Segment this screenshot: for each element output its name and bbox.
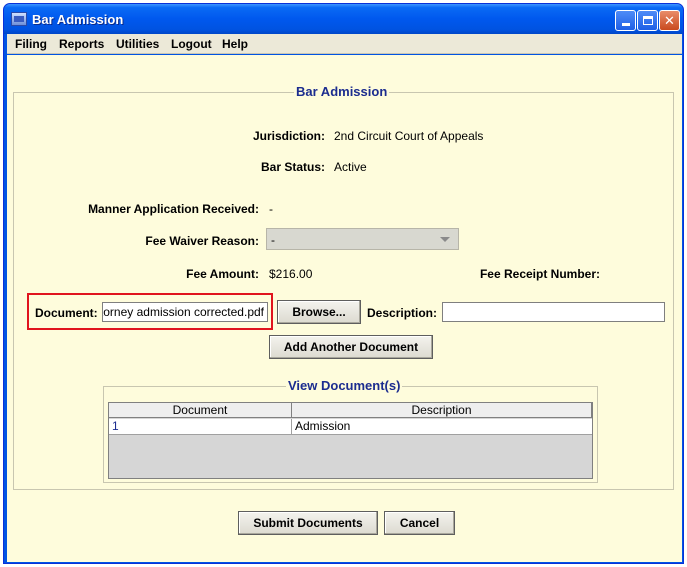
document-field[interactable]: attorney admission corrected.pdf [102, 302, 268, 322]
description-label: Description: [367, 306, 438, 320]
cancel-button[interactable]: Cancel [384, 511, 455, 535]
fee-amount-label: Fee Amount: [186, 267, 259, 281]
add-another-document-button[interactable]: Add Another Document [269, 335, 433, 359]
document-field-value: attorney admission corrected.pdf [102, 305, 264, 319]
view-documents-title: View Document(s) [286, 378, 403, 393]
bar-status-value: Active [334, 160, 367, 174]
browse-button[interactable]: Browse... [277, 300, 361, 324]
maximize-icon [642, 16, 653, 25]
table-cell-document: 1 [109, 419, 292, 435]
table-cell-description: Admission [295, 419, 351, 433]
menu-reports[interactable]: Reports [59, 37, 104, 51]
column-header-description[interactable]: Description [292, 403, 592, 418]
fee-receipt-label: Fee Receipt Number: [479, 267, 600, 281]
table-row[interactable]: 1 Admission [109, 419, 592, 435]
document-label: Document: [35, 306, 98, 320]
menu-bar: Filing Reports Utilities Logout Help [7, 34, 682, 54]
column-header-document[interactable]: Document [109, 403, 292, 418]
close-button[interactable]: ✕ [659, 10, 680, 31]
fee-waiver-selected: - [271, 233, 275, 247]
app-window: Bar Admission ✕ Filing Reports Utilities… [3, 3, 684, 564]
fee-amount-value: $216.00 [269, 267, 313, 281]
menu-utilities[interactable]: Utilities [116, 37, 159, 51]
manner-received-label: Manner Application Received: [88, 202, 259, 216]
close-icon: ✕ [664, 12, 675, 28]
documents-table[interactable]: Document Description 1 Admission [108, 402, 593, 479]
app-icon [11, 12, 27, 26]
bar-status-label: Bar Status: [260, 160, 325, 174]
chevron-down-icon [440, 237, 450, 242]
window-title: Bar Admission [32, 12, 124, 27]
description-field[interactable] [442, 302, 665, 322]
jurisdiction-label: Jurisdiction: [252, 129, 325, 143]
manner-received-value: - [269, 202, 273, 216]
maximize-button[interactable] [637, 10, 658, 31]
submit-documents-button[interactable]: Submit Documents [238, 511, 378, 535]
content-panel: Bar Admission Jurisdiction: 2nd Circuit … [7, 55, 682, 562]
title-bar[interactable]: Bar Admission ✕ [4, 4, 683, 34]
fee-waiver-label: Fee Waiver Reason: [145, 234, 259, 248]
section-title: Bar Admission [294, 84, 390, 99]
minimize-button[interactable] [615, 10, 636, 31]
menu-filing[interactable]: Filing [15, 37, 47, 51]
minimize-icon [621, 23, 630, 26]
jurisdiction-value: 2nd Circuit Court of Appeals [334, 129, 484, 143]
menu-logout[interactable]: Logout [171, 37, 212, 51]
fee-waiver-select[interactable]: - [266, 228, 459, 250]
menu-help[interactable]: Help [222, 37, 248, 51]
